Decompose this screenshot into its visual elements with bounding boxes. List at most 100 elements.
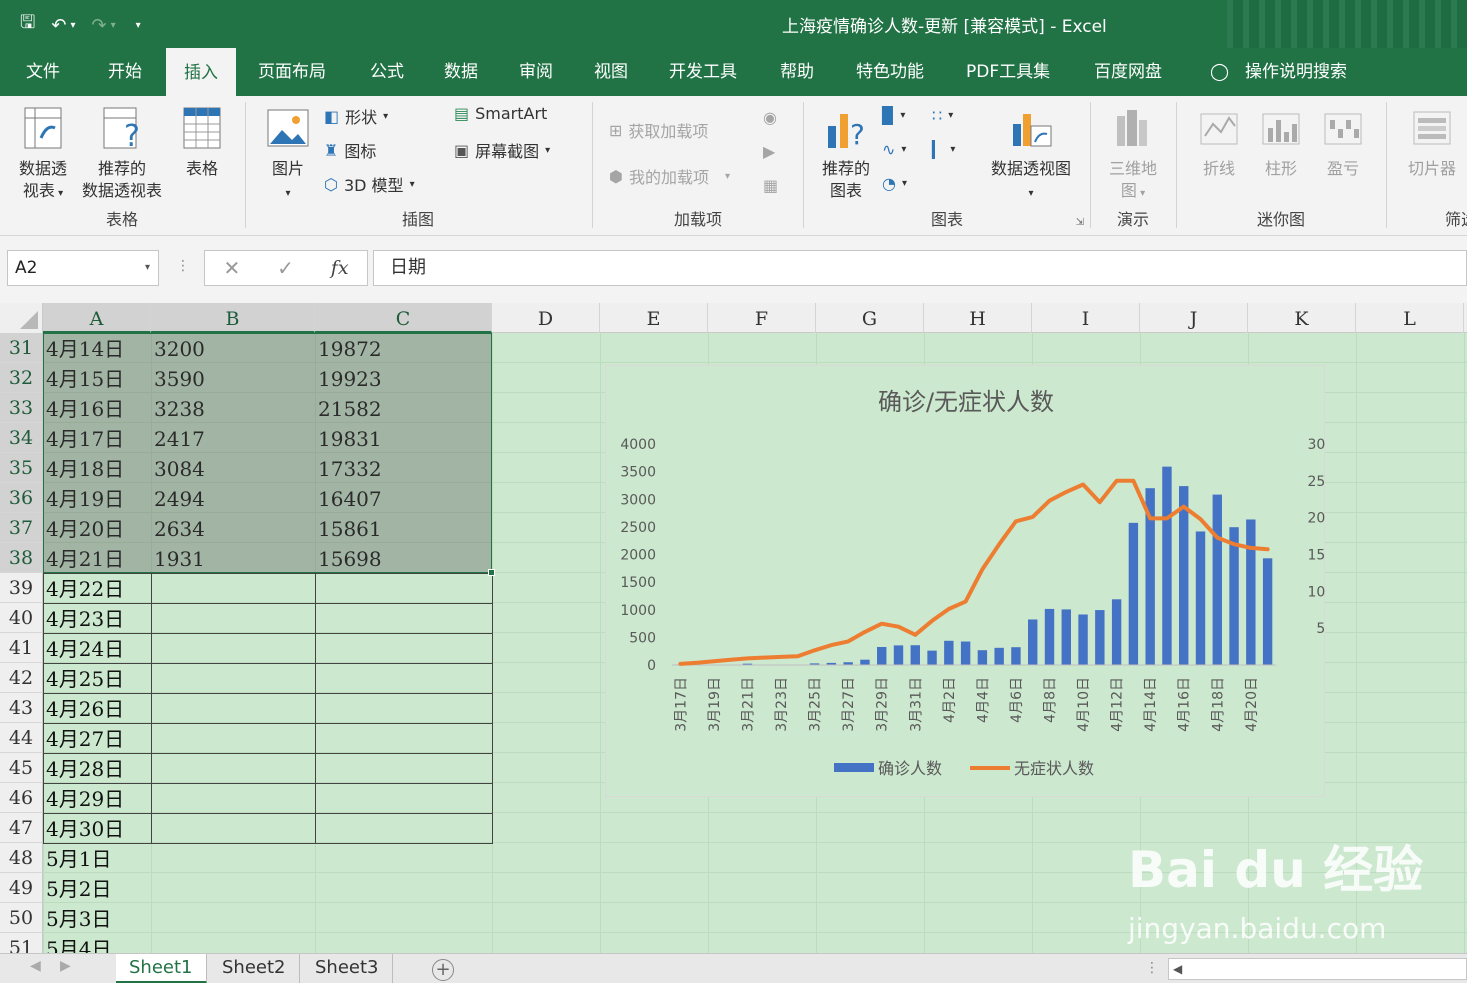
- column-header-j[interactable]: J: [1140, 303, 1248, 333]
- cell-c[interactable]: [315, 843, 492, 873]
- my-addins-button[interactable]: ⬢ 我的加载项 ▾: [609, 164, 730, 188]
- tab-home[interactable]: 开始: [108, 48, 142, 96]
- cell-c[interactable]: [315, 903, 492, 933]
- tab-file[interactable]: 文件: [26, 48, 60, 96]
- sparkline-winloss-button[interactable]: 盈亏: [1315, 104, 1371, 180]
- row-header[interactable]: 38: [0, 543, 43, 573]
- column-header-d[interactable]: D: [492, 303, 600, 333]
- tab-view[interactable]: 视图: [594, 48, 628, 96]
- row-header[interactable]: 32: [0, 363, 43, 393]
- tab-review[interactable]: 审阅: [519, 48, 553, 96]
- tab-baidu-pan[interactable]: 百度网盘: [1094, 48, 1162, 96]
- row-header[interactable]: 42: [0, 663, 43, 693]
- column-header-e[interactable]: E: [600, 303, 708, 333]
- tab-split-handle-icon[interactable]: ⋮: [1145, 960, 1159, 976]
- row-header[interactable]: 44: [0, 723, 43, 753]
- recommended-charts-button[interactable]: ? 推荐的 图表: [814, 104, 878, 202]
- table-button[interactable]: 表格: [176, 104, 228, 180]
- formula-input[interactable]: 日期: [373, 250, 1467, 286]
- tab-formulas[interactable]: 公式: [370, 48, 404, 96]
- row-header[interactable]: 47: [0, 813, 43, 843]
- tab-special[interactable]: 特色功能: [856, 48, 924, 96]
- column-header-f[interactable]: F: [708, 303, 816, 333]
- column-chart-button[interactable]: ▉ ▾: [882, 106, 905, 125]
- pivot-table-button[interactable]: 数据透 视表 ▾: [12, 104, 74, 205]
- redo-icon[interactable]: ↷: [91, 15, 106, 36]
- chart[interactable]: 确诊/无症状人数 4000 3500 3000 2500 2000 1500 1000 500 0…: [605, 365, 1352, 797]
- tab-data[interactable]: 数据: [444, 48, 478, 96]
- cell-c[interactable]: [315, 873, 492, 903]
- row-header[interactable]: 50: [0, 903, 43, 933]
- recommended-pivot-button[interactable]: ? 推荐的 数据透视表: [76, 104, 168, 202]
- redo-dropdown-icon[interactable]: ▾: [111, 20, 116, 31]
- select-all-button[interactable]: [0, 303, 43, 333]
- cell-b[interactable]: [151, 933, 315, 953]
- people-graph-icon[interactable]: ▦: [763, 176, 778, 195]
- dialog-launcher-icon[interactable]: ⇲: [1076, 217, 1084, 228]
- line-chart-button[interactable]: ∿ ▾: [882, 140, 906, 159]
- fill-handle[interactable]: [488, 569, 495, 576]
- cell-b[interactable]: [151, 903, 315, 933]
- tab-help[interactable]: 帮助: [780, 48, 814, 96]
- cancel-icon[interactable]: ✕: [223, 256, 240, 280]
- 3d-models-button[interactable]: ⬡ 3D 模型 ▾: [324, 172, 415, 196]
- tab-developer[interactable]: 开发工具: [669, 48, 737, 96]
- sheet-tab-sheet1[interactable]: Sheet1: [116, 954, 207, 983]
- row-header[interactable]: 37: [0, 513, 43, 543]
- column-header-l[interactable]: L: [1356, 303, 1464, 333]
- screenshot-button[interactable]: ▣ 屏幕截图 ▾: [454, 138, 550, 162]
- column-header-b[interactable]: B: [151, 303, 315, 333]
- confirm-icon[interactable]: ✓: [277, 256, 294, 280]
- tab-pdf[interactable]: PDF工具集: [966, 48, 1050, 96]
- cell-a[interactable]: 5月1日: [43, 843, 151, 873]
- customize-qat-icon[interactable]: ▾: [136, 20, 141, 31]
- row-header[interactable]: 45: [0, 753, 43, 783]
- smartart-button[interactable]: ▤ SmartArt: [454, 104, 547, 123]
- column-header-a[interactable]: A: [43, 303, 151, 333]
- column-header-c[interactable]: C: [315, 303, 492, 333]
- pictures-button[interactable]: 图片 ▾: [262, 104, 314, 205]
- tab-insert[interactable]: 插入: [166, 48, 236, 96]
- scroll-left-icon[interactable]: ◀: [1173, 959, 1182, 979]
- visio-icon[interactable]: ◉: [763, 108, 777, 127]
- cell-a[interactable]: 5月3日: [43, 903, 151, 933]
- slicer-button[interactable]: 切片器: [1397, 104, 1467, 180]
- row-header[interactable]: 34: [0, 423, 43, 453]
- row-header[interactable]: 46: [0, 783, 43, 813]
- resize-handle-icon[interactable]: ⋮: [176, 258, 190, 274]
- row-header[interactable]: 51: [0, 933, 43, 953]
- cell-a[interactable]: 5月2日: [43, 873, 151, 903]
- waterfall-chart-button[interactable]: ▎ ▾: [932, 140, 955, 159]
- chevron-down-icon[interactable]: ▾: [145, 251, 150, 285]
- row-header[interactable]: 31: [0, 333, 43, 363]
- add-sheet-icon[interactable]: +: [432, 959, 454, 981]
- row-header[interactable]: 40: [0, 603, 43, 633]
- row-header[interactable]: 39: [0, 573, 43, 603]
- row-header[interactable]: 43: [0, 693, 43, 723]
- name-box[interactable]: A2 ▾: [7, 250, 159, 286]
- row-header[interactable]: 35: [0, 453, 43, 483]
- column-header-h[interactable]: H: [924, 303, 1032, 333]
- row-header[interactable]: 48: [0, 843, 43, 873]
- row-header[interactable]: 33: [0, 393, 43, 423]
- sparkline-line-button[interactable]: 折线: [1191, 104, 1247, 180]
- cell-c[interactable]: [315, 933, 492, 953]
- save-icon[interactable]: 🖫: [20, 10, 35, 40]
- get-addins-button[interactable]: ⊞ 获取加载项: [609, 118, 708, 142]
- undo-icon[interactable]: ↶: [51, 15, 66, 36]
- row-header[interactable]: 36: [0, 483, 43, 513]
- insert-function-button[interactable]: fx: [331, 257, 349, 279]
- cell-b[interactable]: [151, 873, 315, 903]
- column-header-i[interactable]: I: [1032, 303, 1140, 333]
- sheet-tab-sheet3[interactable]: Sheet3: [302, 954, 393, 983]
- shapes-button[interactable]: ◧ 形状 ▾: [324, 104, 388, 128]
- column-header-g[interactable]: G: [816, 303, 924, 333]
- scatter-chart-button[interactable]: ∷ ▾: [932, 106, 953, 125]
- icons-button[interactable]: ♜ 图标: [324, 138, 376, 162]
- sheet-prev-icon[interactable]: ◀: [30, 958, 41, 974]
- pie-chart-button[interactable]: ◔ ▾: [882, 174, 907, 193]
- row-header[interactable]: 49: [0, 873, 43, 903]
- bing-maps-icon[interactable]: ▶: [763, 142, 775, 161]
- cell-a[interactable]: 5月4日: [43, 933, 151, 953]
- column-header-k[interactable]: K: [1248, 303, 1356, 333]
